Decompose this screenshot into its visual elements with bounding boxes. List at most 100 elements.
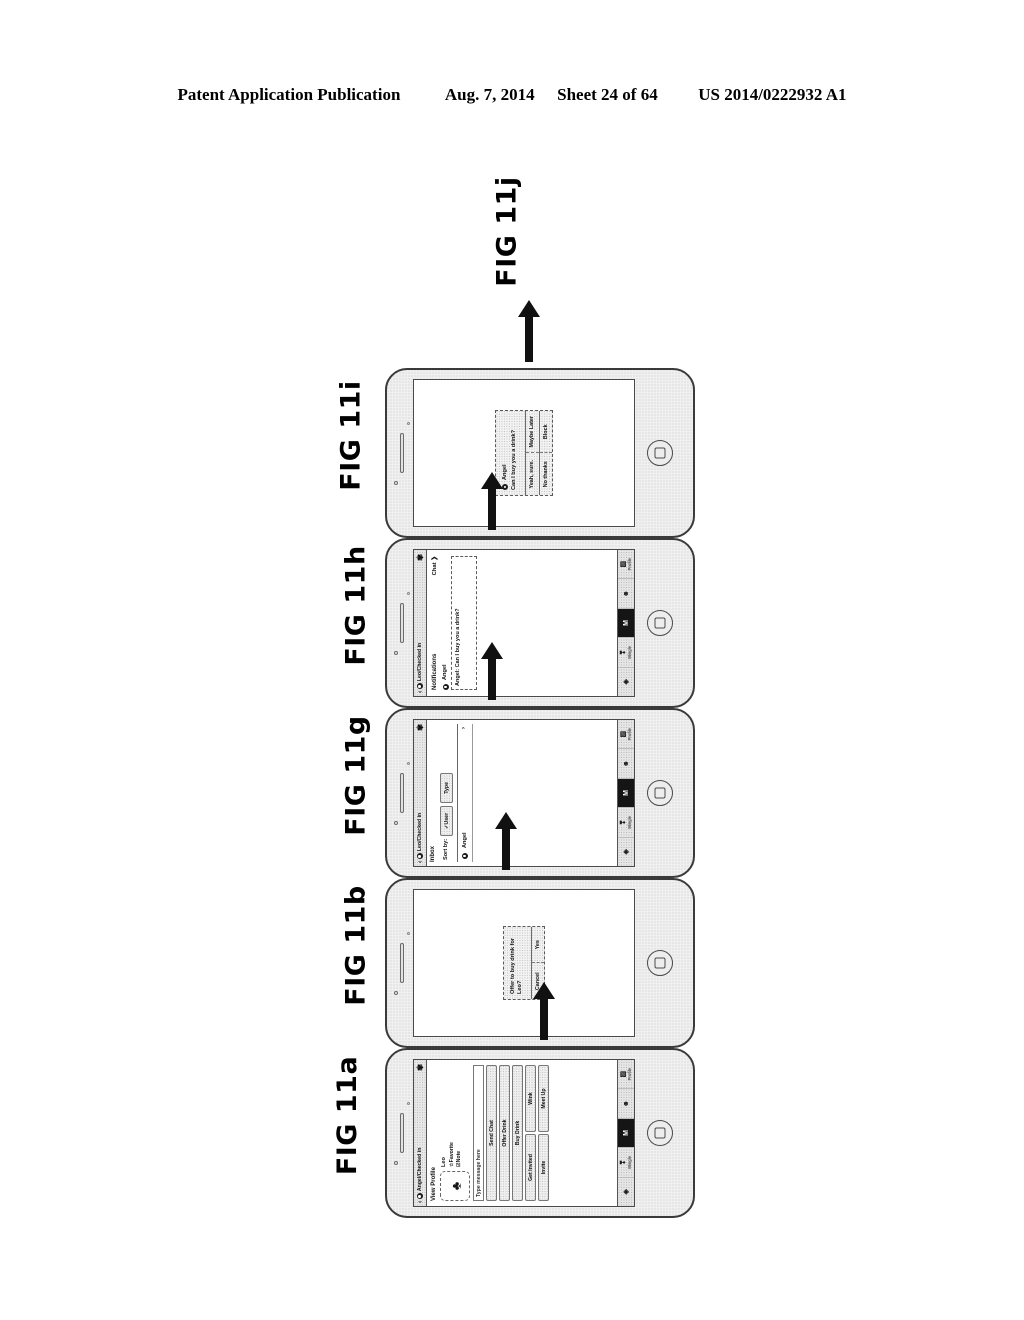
dialog-message-text: Can I buy you a drink? <box>510 430 517 490</box>
tab-label-profile: Profile <box>627 1068 633 1081</box>
offer-drink-button[interactable]: Offer Drink <box>499 1065 511 1201</box>
avatar[interactable]: ♣ <box>440 1171 471 1201</box>
back-chevron-icon[interactable]: ‹ <box>417 691 424 693</box>
buy-drink-button[interactable]: Buy Drink <box>512 1065 524 1201</box>
tab-label-mingle: Mingle <box>627 816 633 829</box>
phone-bottom-bezel <box>635 540 693 706</box>
app-tabbar: ◈ ❣ Mingle M ☻ ▨ Profile <box>617 1060 634 1206</box>
modal-overlay-11b: Offer to buy drink for Leo? Cancel Yes <box>414 890 634 1036</box>
back-chevron-icon[interactable]: ‹ <box>417 1201 424 1203</box>
phone-frame: ‹ Angel/Checked in View Profile ♣ Leo ☆F… <box>385 1048 695 1218</box>
earpiece-speaker <box>400 433 404 473</box>
notifications-header: Notifications Chat ❯ <box>432 556 439 690</box>
drink-icon: ☻ <box>622 759 630 768</box>
home-button[interactable] <box>647 440 673 466</box>
back-chevron-icon[interactable]: ‹ <box>417 861 424 863</box>
note-label: Note <box>456 1150 463 1163</box>
tab-home-logo[interactable]: M <box>618 777 634 808</box>
location-icon: ◈ <box>622 679 630 685</box>
proximity-sensor-icon <box>407 762 410 765</box>
figure-canvas: FIG 11j FIG 11i Angel Can I buy you a dr… <box>0 0 1024 1320</box>
tab-location[interactable]: ◈ <box>618 1176 634 1206</box>
gear-icon[interactable] <box>416 723 424 731</box>
people-icon: ❣ <box>619 1159 627 1166</box>
list-item[interactable]: Angel › <box>458 724 473 862</box>
earpiece-speaker <box>400 603 404 643</box>
inbox-body: Inbox Sort by: ✓ User Type Angel › <box>427 720 617 866</box>
M-logo-icon: M <box>622 1130 630 1136</box>
home-button[interactable] <box>647 950 673 976</box>
front-camera-icon <box>394 991 398 995</box>
invite-button[interactable]: Invite <box>538 1134 550 1201</box>
avatar-icon <box>417 683 423 690</box>
earpiece-speaker <box>400 943 404 983</box>
earpiece-speaker <box>400 773 404 813</box>
dialog-button-no-thanks[interactable]: No thanks <box>539 452 553 495</box>
sort-option-type[interactable]: Type <box>440 772 454 803</box>
home-button[interactable] <box>647 610 673 636</box>
proximity-sensor-icon <box>407 592 410 595</box>
tab-mingle[interactable]: ❣ Mingle <box>618 807 634 837</box>
offer-received-dialog: Angel Can I buy you a drink? Yeah, sure.… <box>494 410 554 496</box>
tab-drinks[interactable]: ☻ <box>618 578 634 608</box>
people-icon: ❣ <box>619 819 627 826</box>
front-camera-icon <box>394 821 398 825</box>
chat-link[interactable]: Chat ❯ <box>432 556 439 575</box>
tab-home-logo[interactable]: M <box>618 607 634 638</box>
tab-home-logo[interactable]: M <box>618 1117 634 1148</box>
tab-mingle[interactable]: ❣ Mingle <box>618 637 634 667</box>
dialog-button-yes[interactable]: Yeah, sure. <box>526 452 539 495</box>
favorite-toggle[interactable]: ☆Favorite <box>449 1142 455 1167</box>
tab-location[interactable]: ◈ <box>618 836 634 866</box>
wink-button[interactable]: Wink <box>525 1065 537 1132</box>
people-icon: ❣ <box>619 649 627 656</box>
gear-icon[interactable] <box>416 553 424 561</box>
dialog-button-block[interactable]: Block <box>540 411 553 453</box>
gear-icon[interactable] <box>416 1063 424 1071</box>
send-chat-button[interactable]: Send Chat <box>486 1065 498 1201</box>
phone-bottom-bezel <box>635 1050 693 1216</box>
figure-label-11g: FIG 11g <box>340 715 372 836</box>
proximity-sensor-icon <box>407 422 410 425</box>
person-icon: ▨ <box>619 1070 627 1078</box>
dialog-button-yes[interactable]: Yes <box>532 927 545 963</box>
tab-profile[interactable]: ▨ Profile <box>618 550 634 578</box>
tab-label-mingle: Mingle <box>627 1156 633 1169</box>
phone-fig-11a: ‹ Angel/Checked in View Profile ♣ Leo ☆F… <box>385 1048 695 1218</box>
M-logo-icon: M <box>622 620 630 626</box>
phone-top-bezel <box>387 710 413 876</box>
phone-top-bezel <box>387 540 413 706</box>
phone-fig-11i: Angel Can I buy you a drink? Yeah, sure.… <box>385 368 695 538</box>
sort-controls: Sort by: ✓ User Type <box>440 726 454 860</box>
action-row-1: Get Invited Wink <box>525 1065 537 1201</box>
phone-screen: Angel Can I buy you a drink? Yeah, sure.… <box>413 379 635 527</box>
home-button[interactable] <box>647 780 673 806</box>
tab-label-profile: Profile <box>627 558 633 571</box>
modal-overlay-11i: Angel Can I buy you a drink? Yeah, sure.… <box>414 380 634 526</box>
home-button[interactable] <box>647 1120 673 1146</box>
avatar-icon <box>442 684 449 690</box>
phone-screen: ‹ Leo/Checked in Inbox Sort by: ✓User Ty… <box>413 719 635 867</box>
tab-profile[interactable]: ▨ Profile <box>618 720 634 748</box>
tab-profile[interactable]: ▨ Profile <box>618 1060 634 1088</box>
sort-option-user[interactable]: ✓ User <box>440 805 454 836</box>
meet-up-button[interactable]: Meet Up <box>538 1065 550 1132</box>
flow-arrow-11b-to-11g <box>495 812 517 870</box>
profile-body: View Profile ♣ Leo ☆Favorite ☑Note Type … <box>427 1060 617 1206</box>
get-invited-button[interactable]: Get Invited <box>525 1134 537 1201</box>
tab-mingle[interactable]: ❣ Mingle <box>618 1147 634 1177</box>
note-button[interactable]: ☑Note <box>456 1142 462 1167</box>
phone-top-bezel <box>387 880 413 1046</box>
message-input[interactable]: Type message here <box>473 1065 485 1201</box>
tab-location[interactable]: ◈ <box>618 666 634 696</box>
profile-summary: ♣ Leo ☆Favorite ☑Note <box>440 1063 471 1201</box>
tab-drinks[interactable]: ☻ <box>618 1088 634 1118</box>
flow-arrow-11a-to-11b <box>533 982 555 1040</box>
phone-bottom-bezel <box>635 710 693 876</box>
navbar-title: Leo/Checked in <box>416 642 423 682</box>
dialog-button-maybe-later[interactable]: Maybe Later <box>526 411 539 453</box>
drink-icon: ☻ <box>622 589 630 598</box>
notification-message[interactable]: Angel: Can I buy you a drink? <box>451 556 478 690</box>
tab-drinks[interactable]: ☻ <box>618 748 634 778</box>
page-title: Inbox <box>430 846 436 862</box>
